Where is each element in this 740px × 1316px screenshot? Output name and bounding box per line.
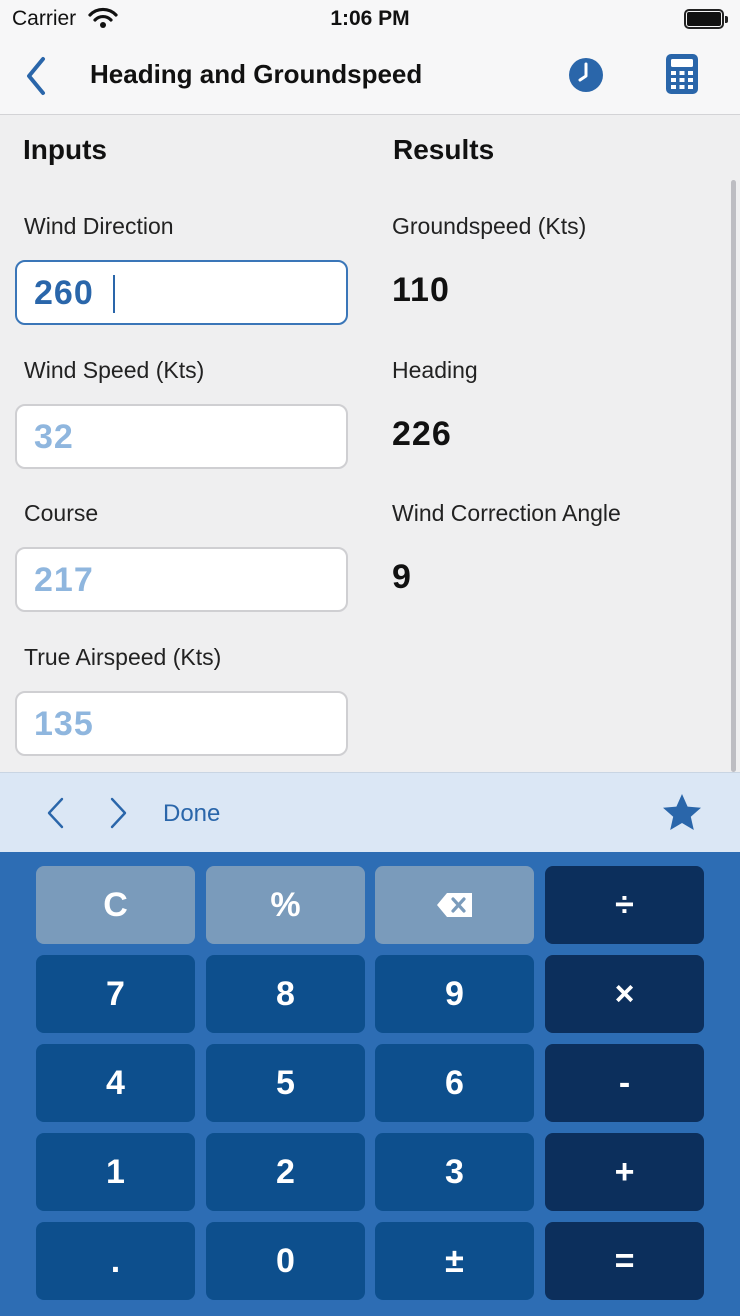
- wind-speed-label: Wind Speed (Kts): [24, 357, 205, 383]
- calculator-keypad: C % ÷ 7 8 9 × 4 5 6 - 1 2 3 + . 0 ± =: [0, 852, 740, 1316]
- wind-direction-field[interactable]: 260: [15, 260, 348, 325]
- chevron-left-icon: [47, 797, 64, 829]
- key-2[interactable]: 2: [206, 1133, 365, 1211]
- calculator-icon: [666, 54, 698, 94]
- clear-key[interactable]: C: [36, 866, 195, 944]
- key-6[interactable]: 6: [375, 1044, 534, 1122]
- status-bar: Carrier 1:06 PM: [0, 0, 740, 40]
- plus-key[interactable]: +: [545, 1133, 704, 1211]
- wind-speed-value: 32: [34, 418, 74, 456]
- wca-value: 9: [392, 558, 412, 596]
- heading-value: 226: [392, 415, 452, 453]
- decimal-key[interactable]: .: [36, 1222, 195, 1300]
- multiply-key[interactable]: ×: [545, 955, 704, 1033]
- wind-direction-value: 260: [34, 274, 94, 312]
- page-title: Heading and Groundspeed: [90, 59, 423, 89]
- true-airspeed-field[interactable]: 135: [15, 691, 348, 756]
- chevron-right-icon: [110, 797, 127, 829]
- course-field[interactable]: 217: [15, 547, 348, 612]
- key-7[interactable]: 7: [36, 955, 195, 1033]
- key-0[interactable]: 0: [206, 1222, 365, 1300]
- history-button[interactable]: [566, 55, 606, 95]
- plus-minus-key[interactable]: ±: [375, 1222, 534, 1300]
- star-icon: [663, 794, 701, 830]
- key-4[interactable]: 4: [36, 1044, 195, 1122]
- percent-key[interactable]: %: [206, 866, 365, 944]
- wind-direction-label: Wind Direction: [24, 213, 174, 239]
- key-8[interactable]: 8: [206, 955, 365, 1033]
- divide-key[interactable]: ÷: [545, 866, 704, 944]
- groundspeed-value: 110: [392, 271, 450, 309]
- backspace-icon: [436, 893, 472, 917]
- results-heading: Results: [393, 134, 495, 165]
- wca-label: Wind Correction Angle: [392, 500, 621, 526]
- backspace-key[interactable]: [375, 866, 534, 944]
- key-3[interactable]: 3: [375, 1133, 534, 1211]
- chevron-left-icon: [27, 57, 45, 95]
- key-1[interactable]: 1: [36, 1133, 195, 1211]
- previous-field-button[interactable]: [40, 793, 74, 833]
- favorite-button[interactable]: [660, 791, 704, 835]
- groundspeed-label: Groundspeed (Kts): [392, 213, 587, 239]
- navigation-bar: Heading and Groundspeed: [0, 40, 740, 115]
- course-value: 217: [34, 561, 94, 599]
- equals-key[interactable]: =: [545, 1222, 704, 1300]
- inputs-heading: Inputs: [23, 134, 107, 165]
- clock-time: 1:06 PM: [330, 7, 410, 30]
- true-airspeed-label: True Airspeed (Kts): [24, 644, 222, 670]
- key-5[interactable]: 5: [206, 1044, 365, 1122]
- calculator-button[interactable]: [664, 53, 700, 95]
- clock-icon: [569, 58, 603, 92]
- true-airspeed-value: 135: [34, 705, 94, 743]
- done-button[interactable]: Done: [163, 800, 220, 828]
- battery-icon: [684, 9, 728, 29]
- next-field-button[interactable]: [100, 793, 134, 833]
- scrollbar[interactable]: [731, 180, 736, 772]
- keyboard-accessory-bar: Done: [0, 772, 740, 852]
- text-caret: [113, 275, 115, 313]
- minus-key[interactable]: -: [545, 1044, 704, 1122]
- key-9[interactable]: 9: [375, 955, 534, 1033]
- heading-label: Heading: [392, 357, 478, 383]
- wind-speed-field[interactable]: 32: [15, 404, 348, 469]
- course-label: Course: [24, 500, 99, 526]
- back-button[interactable]: [18, 54, 54, 98]
